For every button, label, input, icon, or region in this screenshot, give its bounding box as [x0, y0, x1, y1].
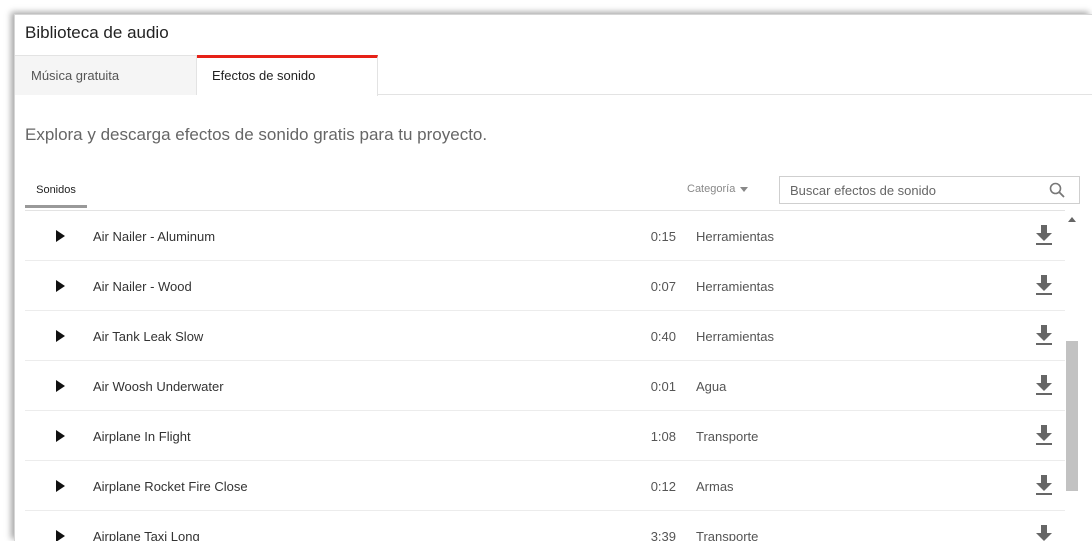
scrollbar-thumb[interactable] [1066, 341, 1078, 491]
play-icon[interactable] [55, 530, 65, 541]
play-icon[interactable] [55, 380, 65, 395]
sound-name: Air Nailer - Wood [93, 279, 192, 294]
list-item: Air Nailer - Wood 0:07 Herramientas [25, 261, 1065, 311]
play-icon[interactable] [55, 280, 65, 295]
intro-text: Explora y descarga efectos de sonido gra… [25, 125, 488, 144]
tab-bar: Música gratuita Efectos de sonido [15, 55, 1092, 96]
play-icon[interactable] [55, 230, 65, 245]
sound-category: Herramientas [696, 279, 775, 294]
sound-name: Airplane Rocket Fire Close [93, 479, 248, 494]
sound-category: Armas [696, 479, 734, 494]
caret-down-icon [740, 186, 749, 192]
sound-duration: 0:15 [650, 229, 676, 244]
page-title: Biblioteca de audio [25, 23, 169, 42]
sound-name: Airplane In Flight [93, 429, 191, 444]
sound-name: Airplane Taxi Long [93, 529, 200, 541]
search-box [779, 176, 1080, 204]
sound-duration: 3:39 [650, 529, 676, 541]
list-item: Airplane In Flight 1:08 Transporte [25, 411, 1065, 461]
sound-duration: 0:40 [650, 329, 676, 344]
list-scrollbar[interactable] [1065, 213, 1079, 541]
sound-category: Agua [696, 379, 727, 394]
list-item: Air Tank Leak Slow 0:40 Herramientas [25, 311, 1065, 361]
play-icon[interactable] [55, 480, 65, 495]
list-item: Airplane Rocket Fire Close 0:12 Armas [25, 461, 1065, 511]
category-filter-label: Categoría [687, 183, 736, 195]
search-input[interactable] [780, 177, 1040, 203]
download-icon[interactable] [1035, 425, 1053, 448]
sound-name: Air Tank Leak Slow [93, 329, 204, 344]
download-icon[interactable] [1035, 225, 1053, 248]
tab-sound-effects[interactable]: Efectos de sonido [197, 55, 378, 96]
subtab-sounds[interactable]: Sonidos [25, 175, 87, 208]
download-icon[interactable] [1035, 275, 1053, 298]
sound-category: Transporte [696, 529, 759, 541]
play-icon[interactable] [55, 330, 65, 345]
sound-duration: 0:12 [650, 479, 676, 494]
sound-name: Air Woosh Underwater [93, 379, 224, 394]
list-item: Air Nailer - Aluminum 0:15 Herramientas [25, 211, 1065, 261]
search-icon[interactable] [1049, 182, 1065, 203]
sound-name: Air Nailer - Aluminum [93, 229, 216, 244]
download-icon[interactable] [1035, 375, 1053, 398]
list-toolbar: Sonidos Categoría [25, 175, 1081, 211]
sound-duration: 1:08 [650, 429, 676, 444]
sound-category: Herramientas [696, 329, 775, 344]
category-filter-dropdown[interactable]: Categoría [687, 183, 749, 195]
scroll-up-arrow-icon[interactable] [1068, 217, 1076, 222]
download-icon[interactable] [1035, 525, 1053, 541]
sound-list: Air Nailer - Aluminum 0:15 Herramientas … [25, 210, 1065, 541]
list-item: Airplane Taxi Long 3:39 Transporte [25, 511, 1065, 541]
list-item: Air Woosh Underwater 0:01 Agua [25, 361, 1065, 411]
download-icon[interactable] [1035, 325, 1053, 348]
audio-library-window: Biblioteca de audio Música gratuita Efec… [14, 14, 1092, 541]
tab-free-music[interactable]: Música gratuita [15, 55, 197, 95]
sound-category: Herramientas [696, 229, 775, 244]
sound-category: Transporte [696, 429, 759, 444]
download-icon[interactable] [1035, 475, 1053, 498]
sound-duration: 0:07 [650, 279, 676, 294]
play-icon[interactable] [55, 430, 65, 445]
sound-duration: 0:01 [650, 379, 676, 394]
